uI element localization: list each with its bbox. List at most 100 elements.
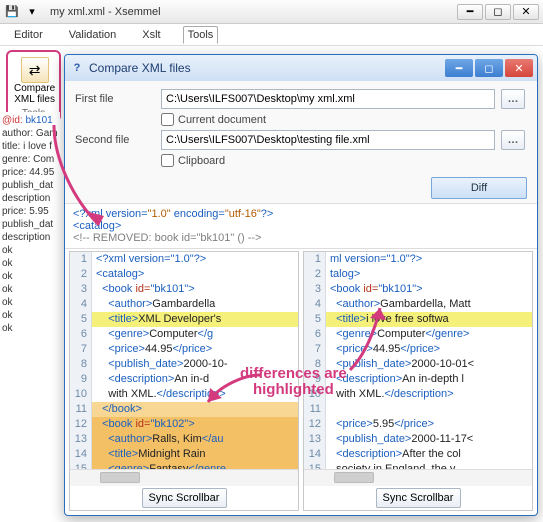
code-line[interactable]: 15 society in England, the y <box>304 462 532 469</box>
code-text: <?xml version="1.0"?> <box>92 252 298 267</box>
code-text: <author>Gambardella <box>92 297 298 312</box>
code-line[interactable]: 5 <title>i love free softwa <box>304 312 532 327</box>
line-number: 3 <box>304 282 326 297</box>
line-number: 14 <box>70 447 92 462</box>
ribbon-tabs: Editor Validation Xslt Tools <box>0 24 543 46</box>
code-line[interactable]: 4 <author>Gambardella, Matt <box>304 297 532 312</box>
compare-xml-button[interactable]: ⇄ Compare XML files <box>12 55 57 107</box>
code-line[interactable]: 2talog> <box>304 267 532 282</box>
clipboard-checkbox[interactable] <box>161 154 174 167</box>
code-line[interactable]: 9 <description>An in-depth l <box>304 372 532 387</box>
left-hscrollbar[interactable] <box>70 469 298 486</box>
code-line[interactable]: 10 with XML.</description> <box>304 387 532 402</box>
code-line[interactable]: 7 <price>44.95</price> <box>304 342 532 357</box>
code-line[interactable]: 11 <box>304 402 532 417</box>
right-code-area[interactable]: 1ml version="1.0"?>2talog>3<book id="bk1… <box>304 252 532 469</box>
code-line[interactable]: 7 <price>44.95</price> <box>70 342 298 357</box>
tree-row: publish_dat <box>2 179 58 192</box>
close-button[interactable]: ✕ <box>513 4 539 20</box>
code-line[interactable]: 15 <genre>Fantasy</genre <box>70 462 298 469</box>
tree-row: ok <box>2 309 58 322</box>
code-line[interactable]: 1ml version="1.0"?> <box>304 252 532 267</box>
tree-row: description <box>2 231 58 244</box>
line-number: 6 <box>304 327 326 342</box>
code-line[interactable]: 9 <description>An in-d <box>70 372 298 387</box>
code-text: <description>An in-depth l <box>326 372 532 387</box>
dialog-maximize-button[interactable]: ◻ <box>475 59 503 77</box>
dialog-minimize-button[interactable]: ━ <box>445 59 473 77</box>
tree-row: price: 5.95 <box>2 205 58 218</box>
code-line[interactable]: 10 with XML.</description> <box>70 387 298 402</box>
file-selection-form: First file … Current document Second fil… <box>65 81 537 173</box>
code-split: 1<?xml version="1.0"?>2<catalog>3 <book … <box>65 249 537 515</box>
code-text: <author>Gambardella, Matt <box>326 297 532 312</box>
right-sync-scrollbar-button[interactable]: Sync Scrollbar <box>376 488 461 508</box>
code-line[interactable]: 4 <author>Gambardella <box>70 297 298 312</box>
code-line[interactable]: 8 <publish_date>2000-10- <box>70 357 298 372</box>
code-text: <publish_date>2000-10-01< <box>326 357 532 372</box>
second-file-input[interactable] <box>161 130 495 150</box>
tab-tools[interactable]: Tools <box>183 26 219 44</box>
code-text: <price>44.95</price> <box>326 342 532 357</box>
tab-editor[interactable]: Editor <box>10 27 47 43</box>
save-icon[interactable]: 💾 <box>4 4 20 20</box>
code-text: talog> <box>326 267 532 282</box>
dialog-title: Compare XML files <box>89 61 445 75</box>
code-line[interactable]: 11 </book> <box>70 402 298 417</box>
dropdown-icon[interactable]: ▾ <box>24 4 40 20</box>
app-title: my xml.xml - Xsemmel <box>44 6 453 18</box>
code-text: <description>An in-d <box>92 372 298 387</box>
code-line[interactable]: 12 <price>5.95</price> <box>304 417 532 432</box>
line-number: 12 <box>304 417 326 432</box>
first-file-input[interactable] <box>161 89 495 109</box>
code-text: <book id="bk101"> <box>92 282 298 297</box>
code-line[interactable]: 5 <title>XML Developer's <box>70 312 298 327</box>
dialog-close-button[interactable]: ✕ <box>505 59 533 77</box>
compare-icon: ⇄ <box>21 57 49 83</box>
tree-row: author: Gam <box>2 127 58 140</box>
code-text: <title>XML Developer's <box>92 312 298 327</box>
line-number: 1 <box>70 252 92 267</box>
minimize-button[interactable]: ━ <box>457 4 483 20</box>
code-line[interactable]: 12 <book id="bk102"> <box>70 417 298 432</box>
code-line[interactable]: 1<?xml version="1.0"?> <box>70 252 298 267</box>
line-number: 4 <box>304 297 326 312</box>
tab-validation[interactable]: Validation <box>65 27 121 43</box>
current-document-label: Current document <box>178 114 266 126</box>
code-text: <price>5.95</price> <box>326 417 532 432</box>
code-line[interactable]: 6 <genre>Computer</genre> <box>304 327 532 342</box>
code-text: <description>After the col <box>326 447 532 462</box>
code-line[interactable]: 8 <publish_date>2000-10-01< <box>304 357 532 372</box>
code-line[interactable]: 2<catalog> <box>70 267 298 282</box>
line-number: 11 <box>70 402 92 417</box>
right-hscrollbar[interactable] <box>304 469 532 486</box>
current-document-checkbox[interactable] <box>161 113 174 126</box>
code-line[interactable]: 14 <title>Midnight Rain <box>70 447 298 462</box>
code-text: with XML.</description> <box>326 387 532 402</box>
first-file-browse-button[interactable]: … <box>501 89 525 109</box>
tree-row: ok <box>2 257 58 270</box>
left-sync-scrollbar-button[interactable]: Sync Scrollbar <box>142 488 227 508</box>
header-line-2: <catalog> <box>73 220 529 232</box>
line-number: 7 <box>70 342 92 357</box>
line-number: 9 <box>304 372 326 387</box>
diff-button[interactable]: Diff <box>431 177 527 199</box>
code-line[interactable]: 13 <publish_date>2000-11-17< <box>304 432 532 447</box>
code-line[interactable]: 14 <description>After the col <box>304 447 532 462</box>
maximize-button[interactable]: ◻ <box>485 4 511 20</box>
code-text <box>326 402 532 417</box>
tree-row: genre: Com <box>2 153 58 166</box>
code-line[interactable]: 13 <author>Ralls, Kim</au <box>70 432 298 447</box>
dialog-titlebar[interactable]: ? Compare XML files ━ ◻ ✕ <box>65 55 537 81</box>
left-code-area[interactable]: 1<?xml version="1.0"?>2<catalog>3 <book … <box>70 252 298 469</box>
line-number: 8 <box>70 357 92 372</box>
code-line[interactable]: 6 <genre>Computer</g <box>70 327 298 342</box>
line-number: 6 <box>70 327 92 342</box>
second-file-browse-button[interactable]: … <box>501 130 525 150</box>
line-number: 4 <box>70 297 92 312</box>
tab-xslt[interactable]: Xslt <box>138 27 164 43</box>
tree-row: title: i love f <box>2 140 58 153</box>
code-line[interactable]: 3 <book id="bk101"> <box>70 282 298 297</box>
code-line[interactable]: 3<book id="bk101"> <box>304 282 532 297</box>
code-text: <publish_date>2000-10- <box>92 357 298 372</box>
